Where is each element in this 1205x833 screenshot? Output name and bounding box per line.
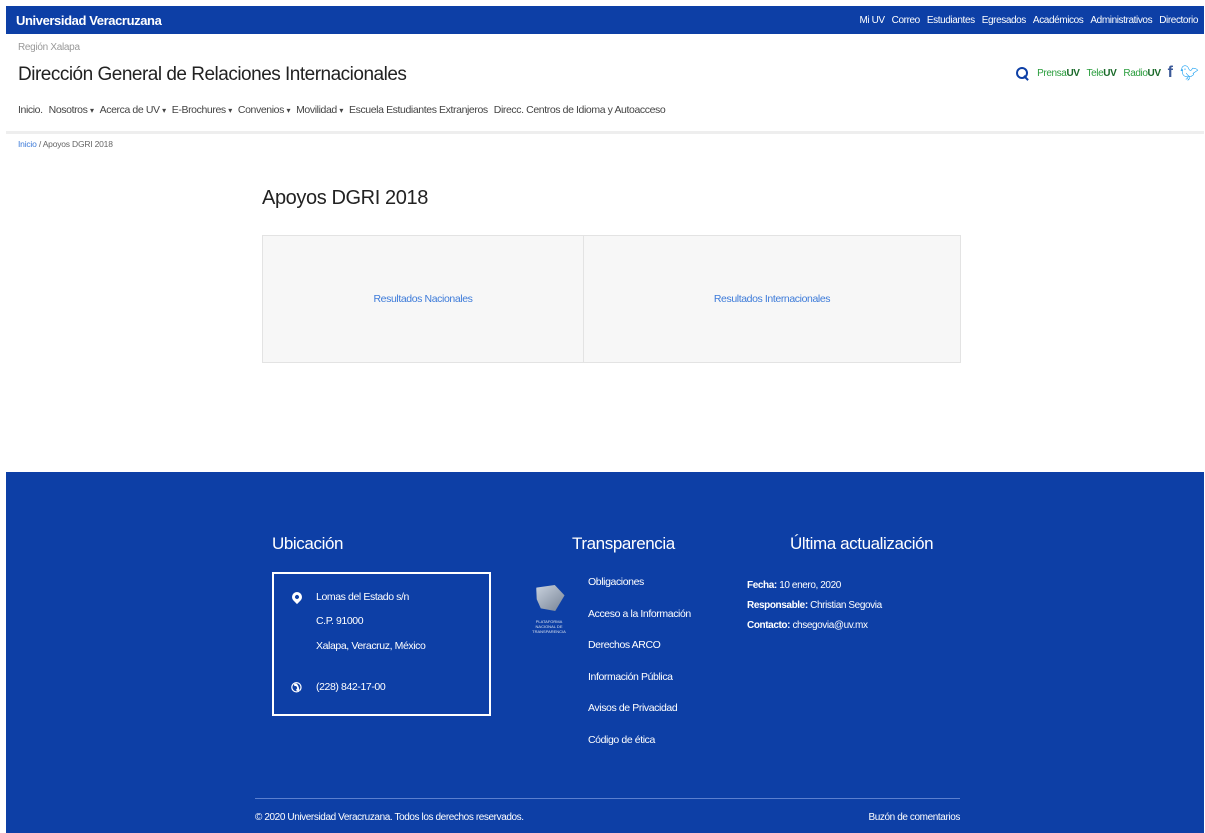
- address-line: Xalapa, Veracruz, México: [316, 640, 426, 652]
- twitter-icon[interactable]: 🐦︎: [1180, 64, 1199, 82]
- university-brand[interactable]: Universidad Veracruzana: [16, 13, 162, 28]
- prensa-prefix: Prensa: [1037, 67, 1067, 79]
- buzon-comentarios-link[interactable]: Buzón de comentarios: [868, 812, 960, 823]
- toplink-estudiantes[interactable]: Estudiantes: [927, 15, 975, 26]
- fecha-value: 10 enero, 2020: [779, 580, 841, 591]
- toplink-academicos[interactable]: Académicos: [1033, 15, 1084, 26]
- toplink-mi-uv[interactable]: Mi UV: [859, 15, 885, 26]
- radio-prefix: Radio: [1123, 67, 1148, 79]
- update-info: Fecha: 10 enero, 2020 Responsable: Chris…: [747, 576, 882, 636]
- header-tools: PrensaUV TeleUV RadioUV f 🐦︎: [1015, 64, 1199, 82]
- tele-suffix: UV: [1103, 67, 1117, 79]
- link-informacion-publica[interactable]: Información Pública: [588, 671, 691, 703]
- caret-down-icon: ▾: [339, 106, 343, 115]
- caret-down-icon: ▾: [228, 106, 232, 115]
- results-cards: Resultados Nacionales Resultados Interna…: [262, 235, 961, 363]
- radio-suffix: UV: [1147, 67, 1161, 79]
- link-acceso-informacion[interactable]: Acceso a la Información: [588, 608, 691, 640]
- fecha-label: Fecha:: [747, 580, 777, 591]
- nav-item-escuela-estudiantes-extranjeros[interactable]: Escuela Estudiantes Extranjeros: [349, 104, 488, 116]
- responsable-value: Christian Segovia: [810, 600, 882, 611]
- toplink-correo[interactable]: Correo: [892, 15, 921, 26]
- caret-down-icon: ▾: [162, 106, 166, 115]
- link-codigo-etica[interactable]: Código de ética: [588, 734, 691, 766]
- responsable-row: Responsable: Christian Segovia: [747, 596, 882, 616]
- link-obligaciones[interactable]: Obligaciones: [588, 576, 691, 608]
- transparencia-links: Obligaciones Acceso a la Información Der…: [588, 576, 691, 765]
- nav-item-nosotros[interactable]: Nosotros ▾: [49, 104, 94, 116]
- contacto-row: Contacto: chsegovia@uv.mx: [747, 616, 882, 636]
- nav-label: Inicio: [18, 104, 41, 116]
- address-line: Lomas del Estado s/n: [316, 591, 409, 603]
- breadcrumb: Inicio / Apoyos DGRI 2018: [18, 139, 113, 149]
- nav-separator: .: [40, 104, 43, 116]
- resultados-nacionales-link[interactable]: Resultados Nacionales: [263, 236, 584, 362]
- footer-divider: [255, 798, 960, 799]
- nav-item-movilidad[interactable]: Movilidad ▾: [296, 104, 343, 116]
- nav-label: Nosotros: [48, 104, 88, 116]
- tele-uv-link[interactable]: TeleUV: [1087, 68, 1117, 79]
- nav-item-convenios[interactable]: Convenios ▾: [237, 104, 291, 116]
- prensa-suffix: UV: [1066, 67, 1080, 79]
- responsable-label: Responsable:: [747, 600, 808, 611]
- top-links: Mi UV Correo Estudiantes Egresados Acadé…: [859, 15, 1198, 26]
- nav-label: Escuela Estudiantes Extranjeros: [349, 104, 488, 116]
- nav-item-inicio[interactable]: Inicio.: [18, 104, 43, 116]
- nav-label: Convenios: [237, 104, 284, 116]
- nav-label: Direcc. Centros de Idioma y Autoacceso: [493, 104, 666, 116]
- facebook-icon[interactable]: f: [1168, 64, 1173, 82]
- top-bar: Universidad Veracruzana Mi UV Correo Est…: [6, 6, 1204, 34]
- pnt-logo-shape: [531, 585, 567, 611]
- site-title[interactable]: Dirección General de Relaciones Internac…: [18, 64, 407, 86]
- breadcrumb-separator: /: [38, 139, 41, 149]
- phone-number[interactable]: (228) 842-17-00: [316, 681, 386, 693]
- address-line: C.P. 91000: [316, 615, 364, 627]
- pnt-logo-text: Plataforma Nacional de Transparencia: [532, 619, 566, 634]
- nav-item-e-brochures[interactable]: E-Brochures ▾: [172, 104, 232, 116]
- nav-label: Acerca de UV: [99, 104, 160, 116]
- nav-item-centros-de-idioma[interactable]: Direcc. Centros de Idioma y Autoacceso: [494, 104, 666, 116]
- ubicacion-heading: Ubicación: [272, 534, 344, 553]
- tele-prefix: Tele: [1086, 67, 1104, 79]
- link-derechos-arco[interactable]: Derechos ARCO: [588, 639, 691, 671]
- map-pin-icon: [289, 589, 305, 605]
- breadcrumb-bar: Inicio / Apoyos DGRI 2018: [6, 131, 1204, 153]
- search-icon[interactable]: [1015, 66, 1030, 81]
- radio-uv-link[interactable]: RadioUV: [1123, 67, 1161, 79]
- link-avisos-privacidad[interactable]: Avisos de Privacidad: [588, 702, 691, 734]
- toplink-egresados[interactable]: Egresados: [982, 15, 1027, 26]
- contacto-label: Contacto:: [747, 620, 791, 631]
- resultados-internacionales-link[interactable]: Resultados Internacionales: [584, 236, 960, 362]
- caret-down-icon: ▾: [286, 106, 291, 115]
- nav-item-acerca-de-uv[interactable]: Acerca de UV ▾: [99, 104, 167, 116]
- footer: Ubicación Lomas del Estado s/n C.P. 9100…: [6, 472, 1204, 833]
- contacto-email[interactable]: chsegovia@uv.mx: [792, 620, 868, 631]
- transparencia-heading: Transparencia: [572, 534, 675, 553]
- toplink-administrativos[interactable]: Administrativos: [1090, 15, 1152, 26]
- main-nav: Inicio. Nosotros ▾ Acerca de UV ▾ E-Broc…: [18, 104, 666, 116]
- breadcrumb-current: Apoyos DGRI 2018: [42, 139, 113, 149]
- phone-icon: ✆: [291, 680, 302, 695]
- breadcrumb-home-link[interactable]: Inicio: [18, 139, 37, 149]
- fecha-row: Fecha: 10 enero, 2020: [747, 576, 882, 596]
- plataforma-transparencia-logo[interactable]: Plataforma Nacional de Transparencia: [528, 583, 570, 651]
- copyright: © 2020 Universidad Veracruzana. Todos lo…: [255, 812, 524, 823]
- page-title: Apoyos DGRI 2018: [262, 187, 428, 209]
- toplink-directorio[interactable]: Directorio: [1159, 15, 1198, 26]
- prensa-uv-link[interactable]: PrensaUV: [1037, 67, 1080, 79]
- nav-label: Movilidad: [296, 104, 337, 116]
- nav-label: E-Brochures: [171, 104, 226, 116]
- caret-down-icon: ▾: [90, 106, 94, 115]
- location-box: Lomas del Estado s/n C.P. 91000 Xalapa, …: [272, 572, 491, 716]
- ultima-actualizacion-heading: Última actualización: [790, 534, 934, 553]
- region-label: Región Xalapa: [18, 42, 80, 53]
